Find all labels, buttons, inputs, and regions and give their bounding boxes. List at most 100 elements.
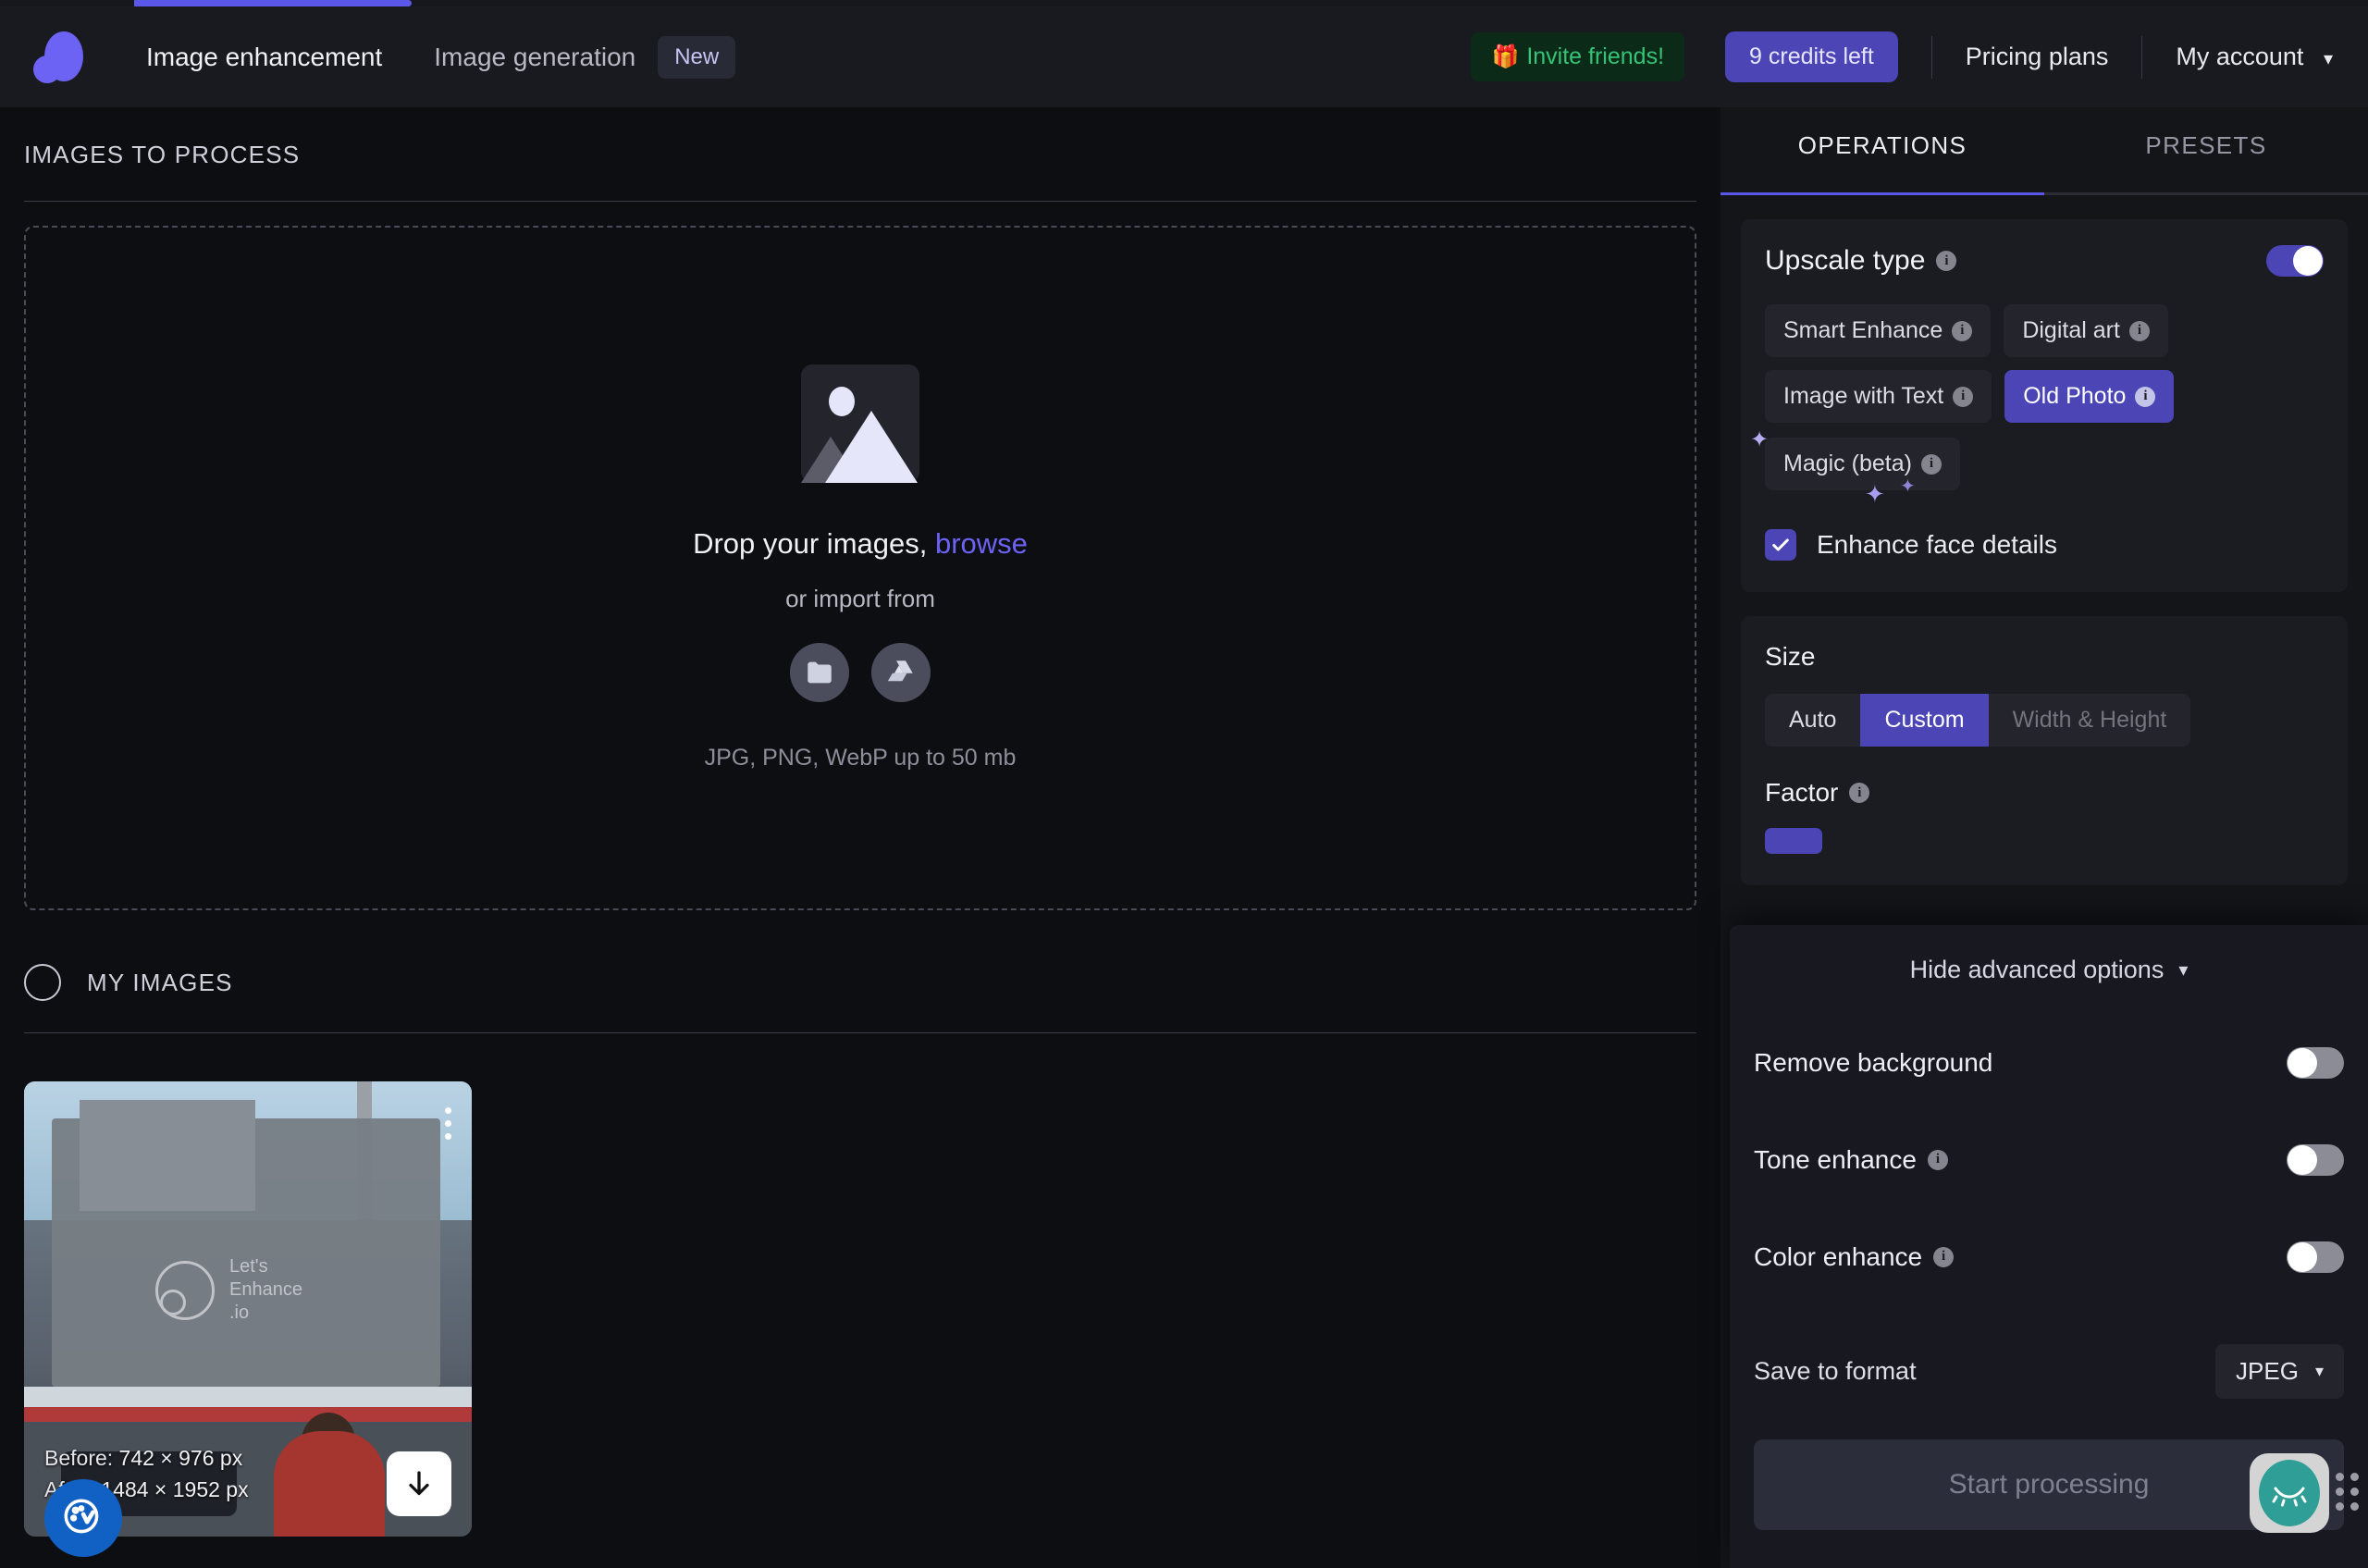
page-loading-bar-fill [134, 0, 412, 6]
remove-background-toggle[interactable] [2287, 1047, 2344, 1079]
color-enhance-toggle[interactable] [2287, 1241, 2344, 1273]
chip-old-photo[interactable]: Old Photo i [2004, 370, 2174, 423]
folder-icon[interactable] [790, 643, 849, 702]
browse-link[interactable]: browse [935, 527, 1028, 560]
my-images-header: MY IMAGES [24, 964, 1696, 1001]
app-header: Image enhancement Image generation New 🎁… [0, 6, 2368, 107]
info-icon[interactable]: i [1933, 1247, 1954, 1267]
dropzone-main-text: Drop your images, browse [693, 527, 1028, 561]
image-dropzone[interactable]: Drop your images, browse or import from … [24, 226, 1696, 910]
size-mode-width-height[interactable]: Width & Height [1989, 694, 2191, 747]
enhance-face-details-checkbox[interactable] [1765, 529, 1796, 561]
upscale-type-title: Upscale type [1765, 245, 1925, 277]
my-account-menu[interactable]: My account ▾ [2176, 43, 2333, 71]
gift-icon: 🎁 [1491, 43, 1519, 70]
header-divider-1 [1931, 36, 1932, 79]
color-enhance-label: Color enhance [1754, 1242, 1922, 1272]
save-to-format-value: JPEG [2236, 1357, 2299, 1386]
sparkle-icon: ✦ [1865, 480, 1885, 509]
info-icon[interactable]: i [1921, 454, 1942, 475]
enhance-face-details-row[interactable]: Enhance face details [1765, 529, 2324, 561]
size-title: Size [1765, 642, 2324, 672]
chip-smart-enhance[interactable]: Smart Enhance i [1765, 304, 1991, 357]
dropzone-sub-text: or import from [785, 585, 935, 613]
remove-background-label: Remove background [1754, 1048, 1992, 1078]
chevron-down-icon: ▾ [2178, 958, 2188, 982]
dropzone-drop-label: Drop your images, [693, 527, 927, 560]
size-mode-auto[interactable]: Auto [1765, 694, 1860, 747]
info-icon[interactable]: i [1849, 783, 1869, 803]
info-icon[interactable]: i [1952, 321, 1972, 341]
chip-label: Image with Text [1783, 383, 1943, 410]
size-mode-custom[interactable]: Custom [1860, 694, 1988, 747]
app-root: Image enhancement Image generation New 🎁… [0, 0, 2368, 1568]
save-to-format-select[interactable]: JPEG ▾ [2215, 1344, 2344, 1399]
chip-digital-art[interactable]: Digital art i [2004, 304, 2168, 357]
closed-eye-widget[interactable] [2250, 1453, 2329, 1533]
my-images-divider [24, 1032, 1696, 1033]
invite-friends-label: Invite friends! [1526, 43, 1664, 70]
hide-advanced-options-button[interactable]: Hide advanced options ▾ [1754, 925, 2344, 1014]
tab-presets[interactable]: PRESETS [2044, 107, 2368, 192]
tab-operations[interactable]: OPERATIONS [1720, 107, 2044, 192]
closed-eye-icon [2259, 1460, 2320, 1526]
remove-background-row: Remove background [1754, 1014, 2344, 1111]
my-account-label: My account [2176, 43, 2303, 70]
upscale-type-card: Upscale type i Smart Enhance i Digital a… [1741, 219, 2348, 592]
main-nav: Image enhancement Image generation New [144, 36, 735, 79]
before-label: Before: [44, 1446, 113, 1470]
image-card[interactable]: Let'sEnhance.io Before: 742 × 976 px Aft… [24, 1081, 472, 1537]
section-divider [24, 201, 1696, 202]
select-all-circle-icon[interactable] [24, 964, 61, 1001]
chip-label: Magic (beta) [1783, 451, 1912, 477]
upscale-type-chips: Smart Enhance i Digital art i Image with… [1765, 304, 2324, 490]
before-size: 742 × 976 px [119, 1446, 243, 1470]
cookie-consent-icon[interactable] [44, 1479, 122, 1557]
letsenhance-logo-icon[interactable] [31, 30, 87, 85]
info-icon[interactable]: i [1953, 387, 1973, 407]
sparkle-icon: ✦ [1750, 426, 1769, 453]
factor-slider[interactable] [1765, 828, 1822, 854]
save-to-format-row: Save to format JPEG ▾ [1754, 1344, 2344, 1399]
factor-label: Factor [1765, 778, 1838, 808]
images-to-process-panel: IMAGES TO PROCESS Drop your images, brow… [0, 107, 1720, 1568]
info-icon[interactable]: i [2135, 387, 2155, 407]
enhance-face-details-label: Enhance face details [1817, 530, 2057, 560]
chip-label: Old Photo [2023, 383, 2126, 410]
info-icon[interactable]: i [1928, 1150, 1948, 1170]
watermark-text: Let'sEnhance.io [229, 1255, 302, 1325]
header-actions: 🎁 Invite friends! 9 credits left Pricing… [1471, 31, 2333, 82]
save-to-format-label: Save to format [1754, 1357, 1917, 1386]
chip-label: Smart Enhance [1783, 317, 1942, 344]
tone-enhance-label: Tone enhance [1754, 1145, 1917, 1175]
image-placeholder-icon [801, 364, 919, 483]
tone-enhance-row: Tone enhance i [1754, 1111, 2344, 1208]
images-to-process-title: IMAGES TO PROCESS [24, 141, 1696, 169]
upscale-type-toggle[interactable] [2266, 245, 2324, 277]
color-enhance-row: Color enhance i [1754, 1208, 2344, 1305]
header-divider-2 [2141, 36, 2142, 79]
dropzone-format-note: JPG, PNG, WebP up to 50 mb [705, 745, 1017, 772]
size-mode-segmented: Auto Custom Width & Height [1765, 694, 2190, 747]
credits-badge[interactable]: 9 credits left [1725, 31, 1898, 82]
download-arrow-icon[interactable] [387, 1451, 451, 1516]
invite-friends-button[interactable]: 🎁 Invite friends! [1471, 32, 1684, 81]
tone-enhance-toggle[interactable] [2287, 1144, 2344, 1176]
chevron-down-icon: ▾ [2315, 1362, 2324, 1381]
after-size: 1484 × 1952 px [101, 1477, 248, 1501]
info-icon[interactable]: i [1936, 251, 1956, 271]
google-drive-icon[interactable] [871, 643, 931, 702]
tab-indicator [1720, 192, 2368, 195]
chip-image-with-text[interactable]: Image with Text i [1765, 370, 1992, 423]
chip-magic-beta[interactable]: ✦ Magic (beta) i ✦ ✦ [1765, 438, 1960, 490]
page-loading-bar [0, 0, 2368, 6]
more-options-icon[interactable] [445, 1107, 451, 1140]
import-sources [790, 643, 931, 702]
nav-image-enhancement[interactable]: Image enhancement [144, 43, 384, 72]
nav-image-generation[interactable]: Image generation [432, 43, 637, 72]
info-icon[interactable]: i [2129, 321, 2150, 341]
my-images-title: MY IMAGES [87, 969, 233, 997]
grid-dots-icon[interactable] [2336, 1473, 2359, 1511]
pricing-plans-link[interactable]: Pricing plans [1966, 43, 2109, 71]
factor-label-row: Factor i [1765, 778, 2324, 808]
